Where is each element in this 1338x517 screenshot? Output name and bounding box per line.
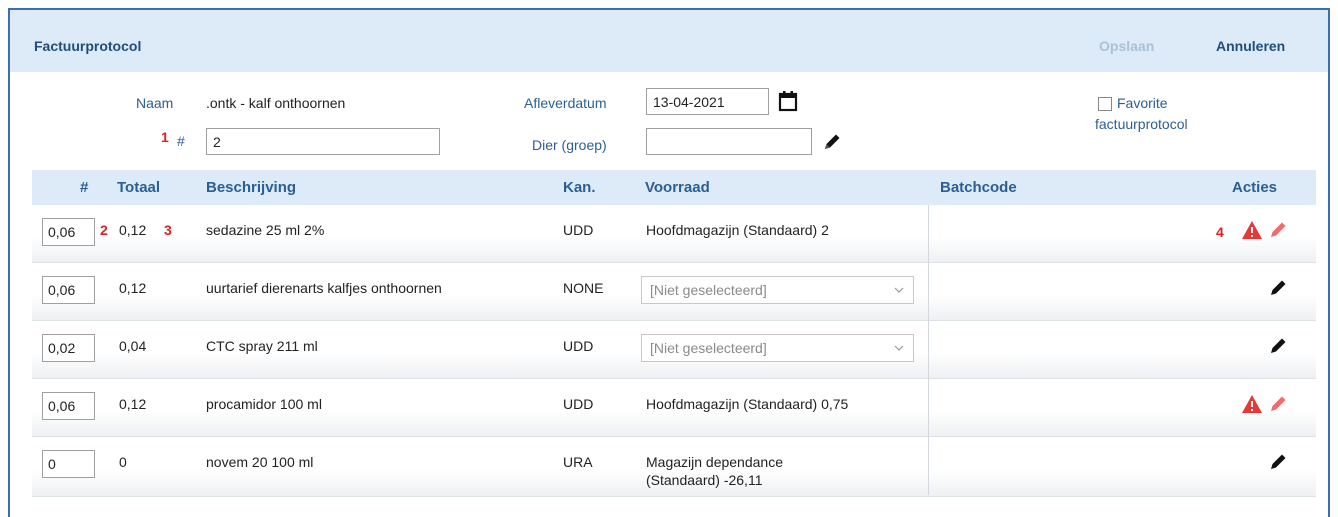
voorraad-select-value: [Niet geselecteerd]	[650, 282, 767, 298]
chevron-down-icon	[894, 345, 904, 351]
col-acties: Acties	[1232, 179, 1278, 196]
batch-divider	[928, 321, 929, 379]
marker-2: 2	[100, 222, 108, 238]
table-row: 0,04 CTC spray 211 ml UDD [Niet geselect…	[32, 321, 1316, 379]
voorraad-select[interactable]: [Niet geselecteerd]	[641, 276, 914, 304]
voorraad-cell: Hoofdmagazijn (Standaard) 0,75	[646, 396, 849, 412]
col-beschrijving: Beschrijving	[206, 179, 297, 196]
totaal-cell: 0,12	[119, 396, 147, 412]
calendar-icon[interactable]	[778, 90, 800, 112]
panel-title: Factuurprotocol	[34, 38, 142, 54]
marker-4: 4	[1216, 224, 1224, 240]
batch-divider	[928, 437, 929, 495]
beschrijving-cell: uurtarief dierenarts kalfjes onthoornen	[206, 280, 442, 296]
table-row: 0,12 procamidor 100 ml UDD Hoofdmagazijn…	[32, 379, 1316, 437]
voorraad-select[interactable]: [Niet geselecteerd]	[641, 334, 914, 362]
voorraad-select-value: [Niet geselecteerd]	[650, 340, 767, 356]
kanaal-cell: NONE	[563, 280, 604, 296]
save-button[interactable]: Opslaan	[1099, 38, 1154, 54]
col-voorraad: Voorraad	[645, 179, 710, 196]
qty-input[interactable]	[42, 218, 95, 246]
kanaal-cell: UDD	[563, 222, 594, 238]
naam-label: Naam	[136, 95, 174, 111]
table-row: 2 0,12 3 sedazine 25 ml 2% UDD Hoofdmaga…	[32, 205, 1316, 263]
chevron-down-icon	[894, 287, 904, 293]
totaal-cell: 0,12	[119, 222, 147, 238]
number-label: #	[177, 133, 185, 149]
batch-divider	[928, 263, 929, 321]
qty-input[interactable]	[42, 276, 95, 304]
dier-input[interactable]	[646, 128, 812, 155]
cancel-button[interactable]: Annuleren	[1216, 38, 1285, 54]
beschrijving-cell: procamidor 100 ml	[206, 396, 322, 412]
afleverdatum-label: Afleverdatum	[524, 95, 607, 111]
edit-pencil-icon[interactable]	[1268, 220, 1290, 242]
factuurprotocol-panel: Factuurprotocol Opslaan Annuleren Naam .…	[8, 8, 1330, 517]
totaal-cell: 0,12	[119, 280, 147, 296]
table-header: # Totaal Beschrijving Kan. Voorraad Batc…	[32, 170, 1316, 205]
dier-label: Dier (groep)	[532, 137, 607, 153]
naam-value: .ontk - kalf onthoornen	[206, 95, 346, 111]
col-kanaal: Kan.	[563, 179, 596, 196]
warning-icon[interactable]	[1241, 220, 1263, 242]
table-row: 0 novem 20 100 ml URA Magazijn dependanc…	[32, 437, 1316, 497]
qty-input[interactable]	[42, 450, 95, 478]
marker-1: 1	[161, 129, 169, 145]
afleverdatum-input[interactable]	[646, 88, 769, 115]
warning-icon[interactable]	[1241, 394, 1263, 416]
col-batchcode: Batchcode	[940, 179, 1017, 196]
kanaal-cell: UDD	[563, 338, 594, 354]
qty-input[interactable]	[42, 334, 95, 362]
col-totaal: Totaal	[117, 179, 161, 196]
beschrijving-cell: CTC spray 211 ml	[206, 338, 318, 354]
favorite-label-line2: factuurprotocol	[1095, 116, 1188, 132]
pencil-icon[interactable]	[822, 132, 844, 154]
edit-pencil-icon[interactable]	[1268, 278, 1290, 300]
voorraad-cell-line2: (Standaard) -26,11	[646, 472, 763, 488]
beschrijving-cell: novem 20 100 ml	[206, 454, 314, 470]
marker-3: 3	[164, 222, 172, 238]
table-row: 0,12 uurtarief dierenarts kalfjes onthoo…	[32, 263, 1316, 321]
kanaal-cell: URA	[563, 454, 593, 470]
qty-input[interactable]	[42, 392, 95, 420]
voorraad-cell: Hoofdmagazijn (Standaard) 2	[646, 222, 829, 238]
kanaal-cell: UDD	[563, 396, 594, 412]
number-input[interactable]	[206, 128, 440, 155]
col-number: #	[80, 179, 89, 196]
voorraad-cell-line1: Magazijn dependance	[646, 454, 783, 470]
totaal-cell: 0,04	[119, 338, 147, 354]
batch-divider	[928, 205, 929, 263]
beschrijving-cell: sedazine 25 ml 2%	[206, 222, 325, 238]
favorite-label-line1: Favorite	[1117, 95, 1168, 111]
totaal-cell: 0	[119, 454, 127, 470]
edit-pencil-icon[interactable]	[1268, 452, 1290, 474]
edit-pencil-icon[interactable]	[1268, 394, 1290, 416]
edit-pencil-icon[interactable]	[1268, 336, 1290, 358]
panel-header: Factuurprotocol Opslaan Annuleren	[10, 10, 1328, 72]
batch-divider	[928, 379, 929, 437]
favorite-checkbox[interactable]	[1098, 97, 1112, 111]
